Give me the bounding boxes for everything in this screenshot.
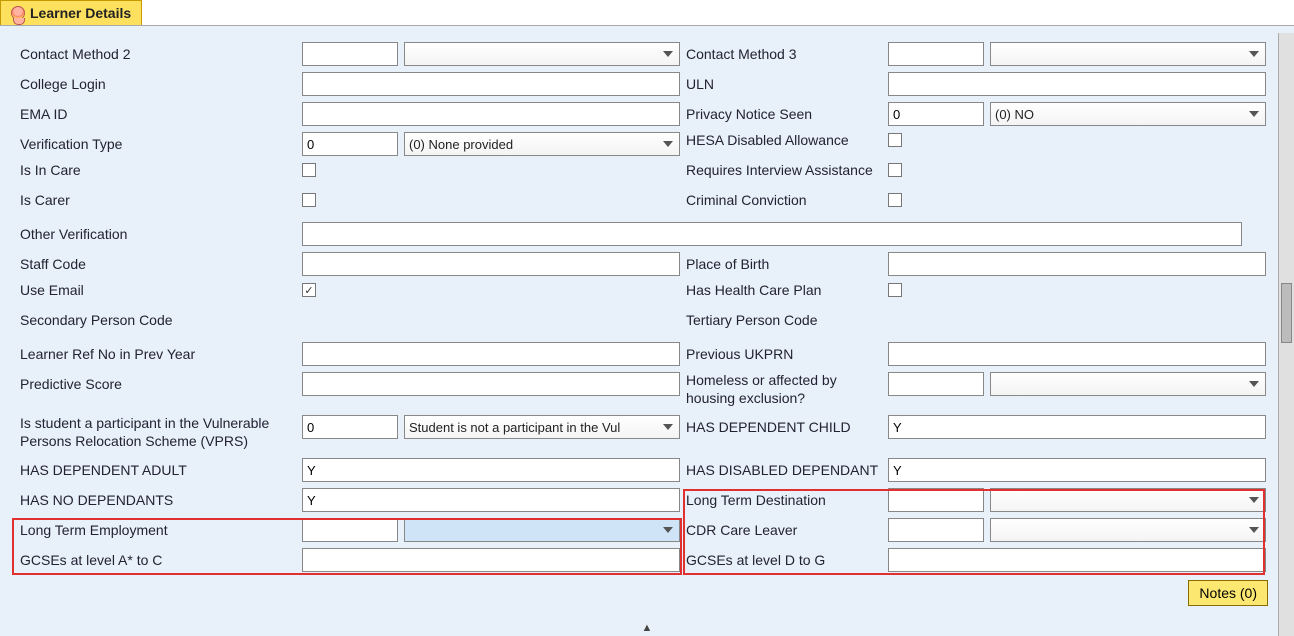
label-has-dep-adult: HAS DEPENDENT ADULT <box>20 462 302 479</box>
label-use-email: Use Email <box>20 282 302 299</box>
label-verification-type: Verification Type <box>20 136 302 153</box>
long-term-dest-code[interactable] <box>888 488 984 512</box>
is-carer-checkbox[interactable] <box>302 193 316 207</box>
gcse-d-g-input[interactable] <box>888 548 1266 572</box>
label-long-term-dest: Long Term Destination <box>686 492 888 509</box>
long-term-dest-dropdown[interactable] <box>990 488 1266 512</box>
label-staff-code: Staff Code <box>20 256 302 273</box>
use-email-checkbox[interactable]: ✓ <box>302 283 316 297</box>
staff-code-input[interactable] <box>302 252 680 276</box>
gcse-a-c-input[interactable] <box>302 548 680 572</box>
notes-button[interactable]: Notes (0) <box>1188 580 1268 606</box>
label-college-login: College Login <box>20 76 302 93</box>
form-area: Contact Method 2 Contact Method 3 Colleg… <box>0 32 1278 578</box>
label-hesa-disabled: HESA Disabled Allowance <box>686 132 888 149</box>
other-verification-input[interactable] <box>302 222 1242 246</box>
has-disabled-dep-input[interactable] <box>888 458 1266 482</box>
vprs-code[interactable] <box>302 415 398 439</box>
chevron-up-icon[interactable]: ▲ <box>642 622 653 634</box>
label-has-disabled-dep: HAS DISABLED DEPENDANT <box>686 462 888 479</box>
privacy-notice-dropdown[interactable]: (0) NO <box>990 102 1266 126</box>
privacy-notice-code[interactable] <box>888 102 984 126</box>
homeless-dropdown[interactable] <box>990 372 1266 396</box>
label-learner-ref-prev: Learner Ref No in Prev Year <box>20 346 302 363</box>
contact-method-2-code[interactable] <box>302 42 398 66</box>
uln-input[interactable] <box>888 72 1266 96</box>
verification-type-code[interactable] <box>302 132 398 156</box>
contact-method-2-dropdown[interactable] <box>404 42 680 66</box>
label-predictive-score: Predictive Score <box>20 376 302 393</box>
scroll-thumb[interactable] <box>1281 283 1292 343</box>
label-cdr-care: CDR Care Leaver <box>686 522 888 539</box>
has-dep-child-input[interactable] <box>888 415 1266 439</box>
label-has-dep-child: HAS DEPENDENT CHILD <box>686 419 888 436</box>
label-tertiary-person: Tertiary Person Code <box>686 312 888 329</box>
window-header: Learner Details <box>0 0 1294 26</box>
label-homeless: Homeless or affected by housing exclusio… <box>686 372 888 407</box>
learner-ref-prev-input[interactable] <box>302 342 680 366</box>
long-term-emp-dropdown[interactable] <box>404 518 680 542</box>
label-is-in-care: Is In Care <box>20 162 302 179</box>
label-is-carer: Is Carer <box>20 192 302 209</box>
label-vprs: Is student a participant in the Vulnerab… <box>20 415 302 450</box>
has-no-dep-input[interactable] <box>302 488 680 512</box>
college-login-input[interactable] <box>302 72 680 96</box>
vprs-dropdown[interactable]: Student is not a participant in the Vul <box>404 415 680 439</box>
interview-assist-checkbox[interactable] <box>888 163 902 177</box>
label-place-birth: Place of Birth <box>686 256 888 273</box>
long-term-emp-code[interactable] <box>302 518 398 542</box>
vertical-scrollbar[interactable] <box>1278 33 1294 636</box>
label-privacy-notice: Privacy Notice Seen <box>686 106 888 123</box>
label-prev-ukprn: Previous UKPRN <box>686 346 888 363</box>
homeless-code[interactable] <box>888 372 984 396</box>
cdr-care-code[interactable] <box>888 518 984 542</box>
hesa-disabled-checkbox[interactable] <box>888 133 902 147</box>
label-secondary-person: Secondary Person Code <box>20 312 302 329</box>
label-ema-id: EMA ID <box>20 106 302 123</box>
predictive-score-input[interactable] <box>302 372 680 396</box>
prev-ukprn-input[interactable] <box>888 342 1266 366</box>
label-has-no-dep: HAS NO DEPENDANTS <box>20 492 302 509</box>
label-gcse-d-g: GCSEs at level D to G <box>686 552 888 569</box>
label-long-term-emp: Long Term Employment <box>20 522 302 539</box>
label-other-verification: Other Verification <box>20 226 302 243</box>
has-dep-adult-input[interactable] <box>302 458 680 482</box>
label-gcse-a-c: GCSEs at level A* to C <box>20 552 302 569</box>
label-interview-assist: Requires Interview Assistance <box>686 162 888 179</box>
person-icon <box>11 6 25 20</box>
ema-id-input[interactable] <box>302 102 680 126</box>
contact-method-3-dropdown[interactable] <box>990 42 1266 66</box>
label-contact-method-3: Contact Method 3 <box>686 46 888 63</box>
is-in-care-checkbox[interactable] <box>302 163 316 177</box>
cdr-care-dropdown[interactable] <box>990 518 1266 542</box>
tab-title: Learner Details <box>30 5 131 21</box>
health-care-checkbox[interactable] <box>888 283 902 297</box>
label-health-care: Has Health Care Plan <box>686 282 888 299</box>
verification-type-dropdown[interactable]: (0) None provided <box>404 132 680 156</box>
label-criminal: Criminal Conviction <box>686 192 888 209</box>
label-contact-method-2: Contact Method 2 <box>20 46 302 63</box>
criminal-checkbox[interactable] <box>888 193 902 207</box>
label-uln: ULN <box>686 76 888 93</box>
contact-method-3-code[interactable] <box>888 42 984 66</box>
tab-learner-details[interactable]: Learner Details <box>0 0 142 25</box>
place-birth-input[interactable] <box>888 252 1266 276</box>
